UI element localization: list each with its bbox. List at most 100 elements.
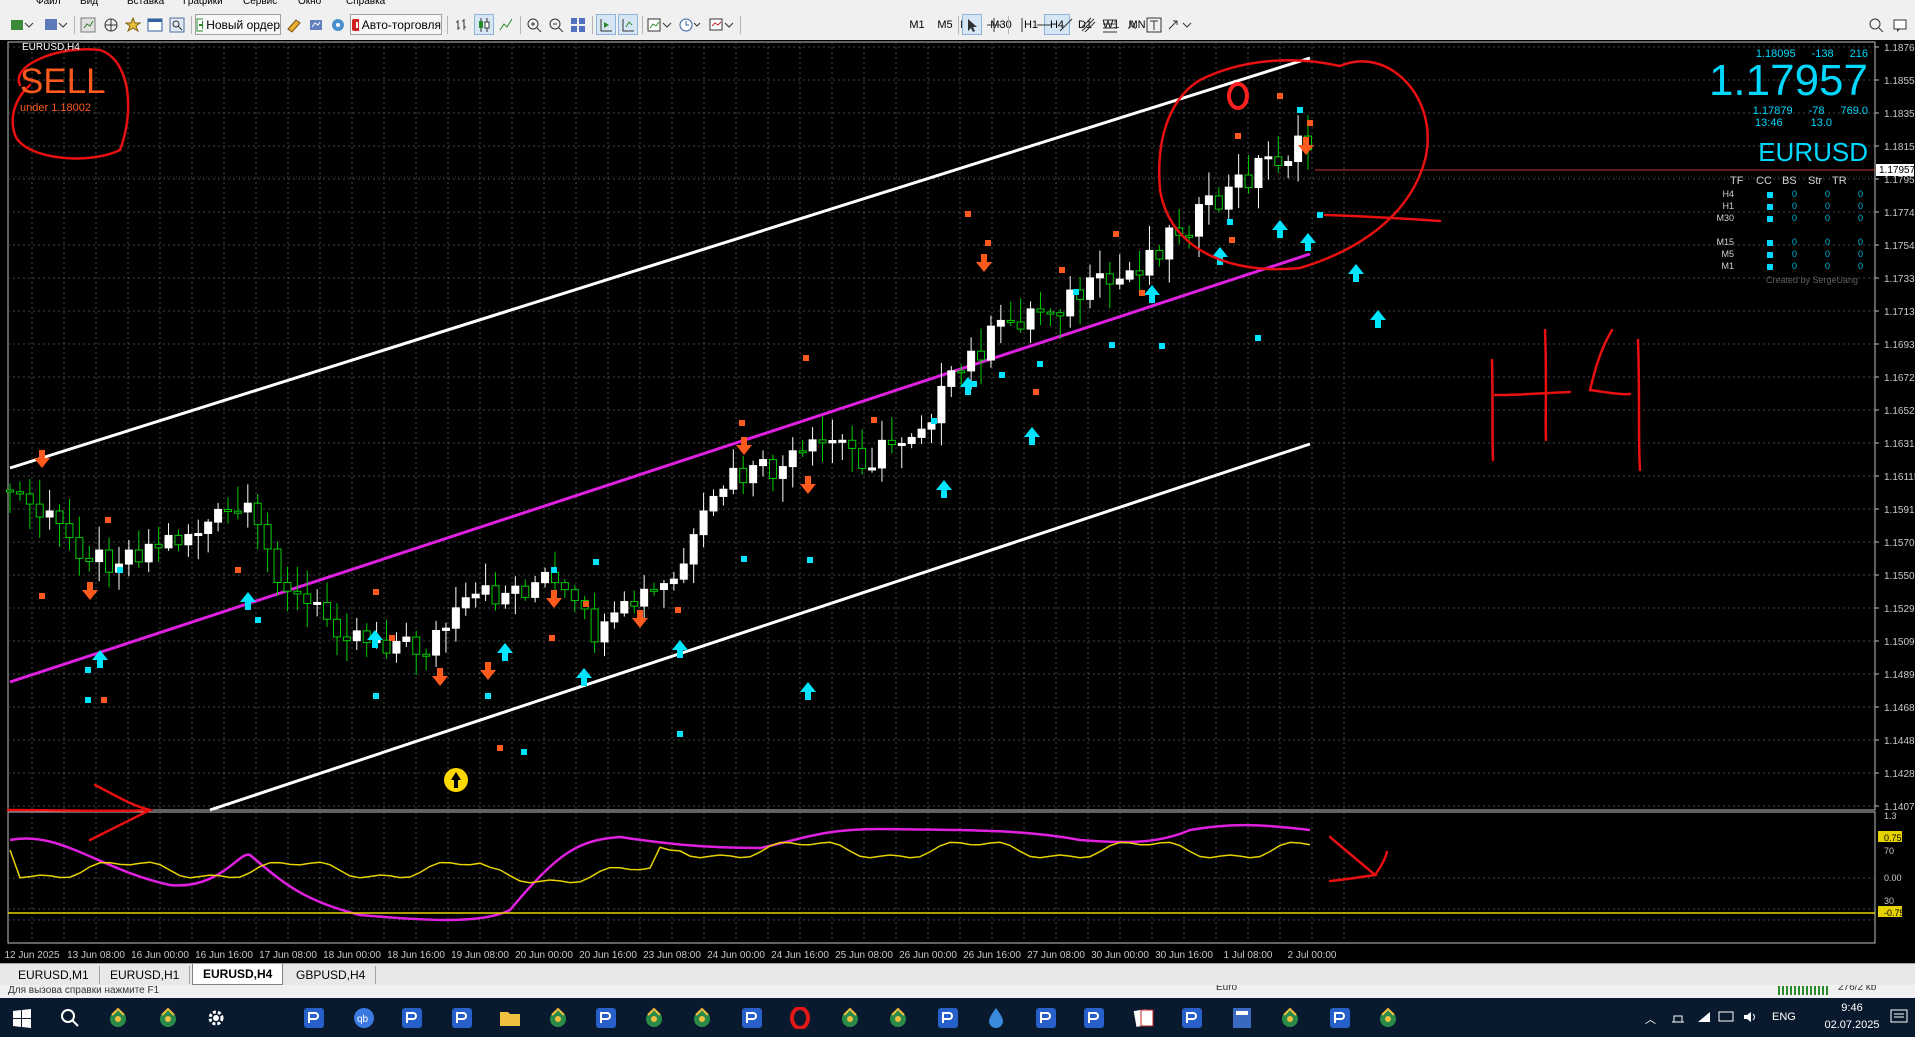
signal-dot [1159, 343, 1165, 349]
opera-icon[interactable] [788, 1006, 812, 1030]
browser-icon[interactable]: qb [352, 1006, 376, 1030]
strategy-tester-icon[interactable] [167, 14, 187, 35]
terminal-icon[interactable] [1034, 1006, 1058, 1030]
settings-icon[interactable] [204, 1006, 228, 1030]
arrows-button[interactable] [1166, 14, 1194, 35]
chart-tab[interactable]: EURUSD,H4 [192, 964, 284, 985]
line-chart-icon[interactable] [496, 14, 516, 35]
network-icon[interactable] [1670, 1010, 1686, 1027]
notifications-icon[interactable] [1890, 1009, 1908, 1028]
chart-shift-icon[interactable] [618, 14, 638, 35]
menu-item[interactable]: Справка [346, 0, 385, 7]
bear-candle [283, 582, 292, 592]
terminal-icon[interactable] [302, 1006, 326, 1030]
search-icon[interactable] [1866, 14, 1886, 35]
market-icon[interactable] [328, 14, 348, 35]
price-tick: 1.18555 [1884, 76, 1915, 87]
menu-item[interactable]: Вид [80, 0, 98, 7]
autoscroll-icon[interactable] [596, 14, 616, 35]
mt4-icon[interactable] [1376, 1006, 1400, 1030]
annotation-h4-letter-h [1490, 328, 1572, 462]
language-indicator[interactable]: ENG [1772, 1011, 1796, 1023]
chart-tab[interactable]: GBPUSD,H4 [286, 966, 377, 984]
text-label-icon[interactable] [1144, 14, 1164, 35]
trendline-icon[interactable] [1056, 14, 1076, 35]
chart-window[interactable]: 1.18760 1.18555 1.18350 1.18150 1.17957 1.177… [0, 40, 1915, 963]
text-tool-icon[interactable]: A [1122, 14, 1142, 35]
mt4-icon[interactable] [546, 1006, 570, 1030]
bull-candle [204, 521, 213, 535]
menu-item[interactable]: Графики [183, 0, 223, 7]
windows-start-icon[interactable] [10, 1006, 34, 1030]
tile-windows-icon[interactable] [568, 14, 588, 35]
bull-candle [719, 488, 728, 497]
timeframe-m5-button[interactable]: M5 [932, 14, 958, 35]
candlestick-icon[interactable] [474, 14, 494, 35]
chevron-up-icon[interactable]: ︿ [1645, 1011, 1656, 1027]
mt4-icon[interactable] [156, 1006, 180, 1030]
terminal-icon[interactable] [740, 1006, 764, 1030]
horizontal-line-icon[interactable] [1034, 14, 1054, 35]
chart-tab[interactable]: EURUSD,M1 [8, 966, 100, 984]
file-explorer-icon[interactable] [498, 1006, 522, 1030]
terminal-icon[interactable] [450, 1006, 474, 1030]
bull-candle [788, 450, 797, 468]
menu-item[interactable]: Файл [36, 0, 61, 7]
signals-icon[interactable] [306, 14, 326, 35]
info-row-tf: M5 [1721, 249, 1734, 259]
new-chart-button[interactable] [8, 14, 38, 35]
periods-button[interactable] [678, 14, 704, 35]
volume-icon[interactable] [1742, 1010, 1758, 1027]
mt4-icon[interactable] [1278, 1006, 1302, 1030]
terminal-icon[interactable] [1082, 1006, 1106, 1030]
auto-trading-button[interactable]: Авто-торговля [350, 14, 442, 35]
cursor-icon[interactable] [962, 14, 982, 35]
fibonacci-icon[interactable] [1100, 14, 1120, 35]
terminal-icon[interactable] [400, 1006, 424, 1030]
bar-chart-icon[interactable] [452, 14, 472, 35]
search-icon[interactable] [58, 1006, 82, 1030]
calculator-icon[interactable] [1230, 1006, 1254, 1030]
navigator-icon[interactable] [123, 14, 143, 35]
equidistant-channel-icon[interactable] [1078, 14, 1098, 35]
bull-candle [640, 588, 649, 607]
zoom-out-icon[interactable] [546, 14, 566, 35]
new-order-button[interactable]: Новый ордер [195, 14, 281, 35]
profiles-button[interactable] [42, 14, 70, 35]
metaeditor-icon[interactable] [284, 14, 304, 35]
mt4-icon[interactable] [886, 1006, 910, 1030]
terminal-icon[interactable] [936, 1006, 960, 1030]
mt4-icon[interactable] [642, 1006, 666, 1030]
cards-icon[interactable] [1132, 1006, 1156, 1030]
monitor-icon[interactable] [1718, 1010, 1734, 1027]
clock-time[interactable]: 9:46 [1822, 1002, 1882, 1014]
terminal-icon[interactable] [1328, 1006, 1352, 1030]
info-row-value: 0 [1858, 249, 1864, 259]
mt4-icon[interactable] [690, 1006, 714, 1030]
timeframe-m1-button[interactable]: M1 [904, 14, 930, 35]
market-watch-icon[interactable] [78, 14, 98, 35]
signal-dot [1059, 267, 1065, 273]
vertical-line-icon[interactable] [1012, 14, 1032, 35]
chart-canvas[interactable]: 1.18760 1.18555 1.18350 1.18150 1.17957 1.177… [0, 40, 1915, 963]
zoom-in-icon[interactable] [524, 14, 544, 35]
crosshair-icon[interactable] [984, 14, 1004, 35]
annotation-underline [1323, 213, 1442, 223]
bull-candle [45, 510, 54, 518]
indicators-button[interactable] [646, 14, 674, 35]
templates-button[interactable] [708, 14, 736, 35]
clock-date[interactable]: 02.07.2025 [1810, 1019, 1894, 1031]
menu-item[interactable]: Вставка [127, 0, 164, 7]
wifi-icon[interactable] [1696, 1010, 1712, 1027]
mt4-alpari-icon[interactable] [106, 1006, 130, 1030]
menu-item[interactable]: Окно [298, 0, 321, 7]
terminal-icon[interactable] [145, 14, 165, 35]
mt4-icon[interactable] [838, 1006, 862, 1030]
drop-icon[interactable] [984, 1006, 1008, 1030]
terminal-icon[interactable] [1180, 1006, 1204, 1030]
terminal-icon[interactable] [594, 1006, 618, 1030]
data-window-icon[interactable] [101, 14, 121, 35]
menu-item[interactable]: Сервис [243, 0, 277, 7]
community-icon[interactable] [1890, 14, 1910, 35]
chart-tab[interactable]: EURUSD,H1 [100, 966, 191, 984]
